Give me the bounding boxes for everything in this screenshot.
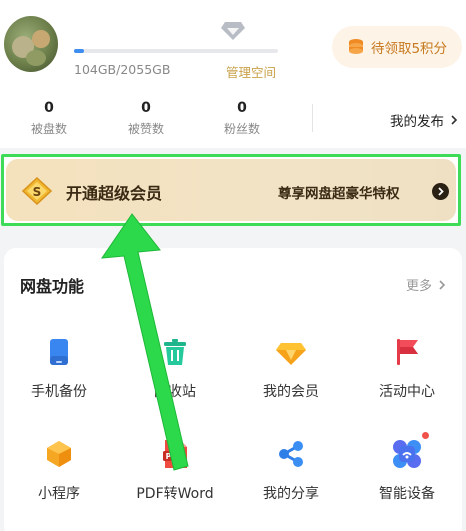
my-publish-label: 我的发布 xyxy=(390,114,444,130)
stat-label: 被盘数 xyxy=(30,122,67,136)
super-vip-title: 开通超级会员 xyxy=(66,184,163,203)
avatar-photo-detail xyxy=(26,50,46,66)
phone-backup-icon xyxy=(50,339,68,365)
stat-followers-count[interactable]: 0 粉丝数 xyxy=(212,100,272,137)
chevron-right-icon xyxy=(439,279,446,290)
function-phone-backup[interactable]: 手机备份 xyxy=(4,336,114,401)
manage-space-link[interactable]: 管理空间 xyxy=(226,62,276,81)
notification-dot xyxy=(422,432,429,439)
function-label: 手机备份 xyxy=(31,384,87,400)
claim-points-label: 待领取5积分 xyxy=(370,41,448,57)
function-smart-device[interactable]: 智能设备 xyxy=(352,432,462,503)
functions-more-link[interactable]: 更多 xyxy=(406,275,446,294)
profile-page: 104GB/2055GB 管理空间 待领取5积分 0 被盘数 0 被赞数 0 粉… xyxy=(0,0,466,531)
function-label: PDF转Word xyxy=(136,486,214,502)
function-label: 智能设备 xyxy=(379,486,435,502)
super-vip-description: 尊享网盘超豪华特权 xyxy=(278,186,400,202)
more-label: 更多 xyxy=(406,279,433,294)
vip-banner-highlight: S 开通超级会员 尊享网盘超豪华特权 xyxy=(1,154,461,226)
function-recycle-bin[interactable]: 回收站 xyxy=(120,336,230,401)
function-pdf-to-word[interactable]: PDF PDF转Word xyxy=(120,438,230,503)
stat-label: 粉丝数 xyxy=(223,122,260,136)
function-my-share[interactable]: 我的分享 xyxy=(236,438,346,503)
storage-usage-bar xyxy=(74,49,278,53)
chevron-right-icon xyxy=(451,115,458,125)
claim-points-button[interactable]: 待领取5积分 xyxy=(332,26,462,68)
stat-likes-count[interactable]: 0 被赞数 xyxy=(116,100,176,137)
avatar-photo-detail xyxy=(32,30,50,48)
function-activity-center[interactable]: 活动中心 xyxy=(352,336,462,401)
stats-divider xyxy=(312,104,313,132)
function-label: 我的分享 xyxy=(263,486,319,502)
stat-value: 0 xyxy=(44,100,54,116)
pdf-icon: PDF xyxy=(163,440,187,468)
stat-value: 0 xyxy=(141,100,151,116)
activity-flag-icon xyxy=(397,339,418,365)
vip-go-button[interactable] xyxy=(432,183,449,200)
netdisk-functions-card: 网盘功能 更多 手机备份 回收站 我的会员 活动中心 小程序 PDF PDF转W… xyxy=(4,248,462,531)
membership-diamond-icon xyxy=(276,343,306,365)
storage-usage-text: 104GB/2055GB xyxy=(74,62,171,77)
function-my-membership[interactable]: 我的会员 xyxy=(236,336,346,401)
avatar[interactable] xyxy=(4,16,58,72)
functions-title: 网盘功能 xyxy=(20,277,85,296)
super-vip-banner[interactable]: S 开通超级会员 尊享网盘超豪华特权 xyxy=(6,159,456,221)
pdf-icon-text: PDF xyxy=(166,452,183,461)
function-label: 小程序 xyxy=(38,486,80,502)
super-vip-badge-icon: S xyxy=(22,177,52,205)
smart-device-icon xyxy=(393,440,421,468)
share-icon xyxy=(279,441,303,467)
vip-level-diamond-icon xyxy=(221,22,245,40)
coin-stack-icon xyxy=(348,39,363,54)
stat-shared-count[interactable]: 0 被盘数 xyxy=(19,100,79,137)
chevron-right-icon xyxy=(438,187,444,196)
function-mini-program[interactable]: 小程序 xyxy=(4,438,114,503)
vip-badge-letter: S xyxy=(33,185,42,199)
mini-program-icon xyxy=(47,441,71,467)
my-publish-link[interactable]: 我的发布 xyxy=(390,110,458,130)
function-label: 活动中心 xyxy=(379,384,435,400)
recycle-bin-icon xyxy=(164,339,186,365)
stat-value: 0 xyxy=(237,100,247,116)
stat-label: 被赞数 xyxy=(127,122,164,136)
profile-header: 104GB/2055GB 管理空间 待领取5积分 0 被盘数 0 被赞数 0 粉… xyxy=(0,0,466,148)
storage-usage-fill xyxy=(74,49,85,53)
function-label: 我的会员 xyxy=(263,384,319,400)
function-label: 回收站 xyxy=(154,384,196,400)
